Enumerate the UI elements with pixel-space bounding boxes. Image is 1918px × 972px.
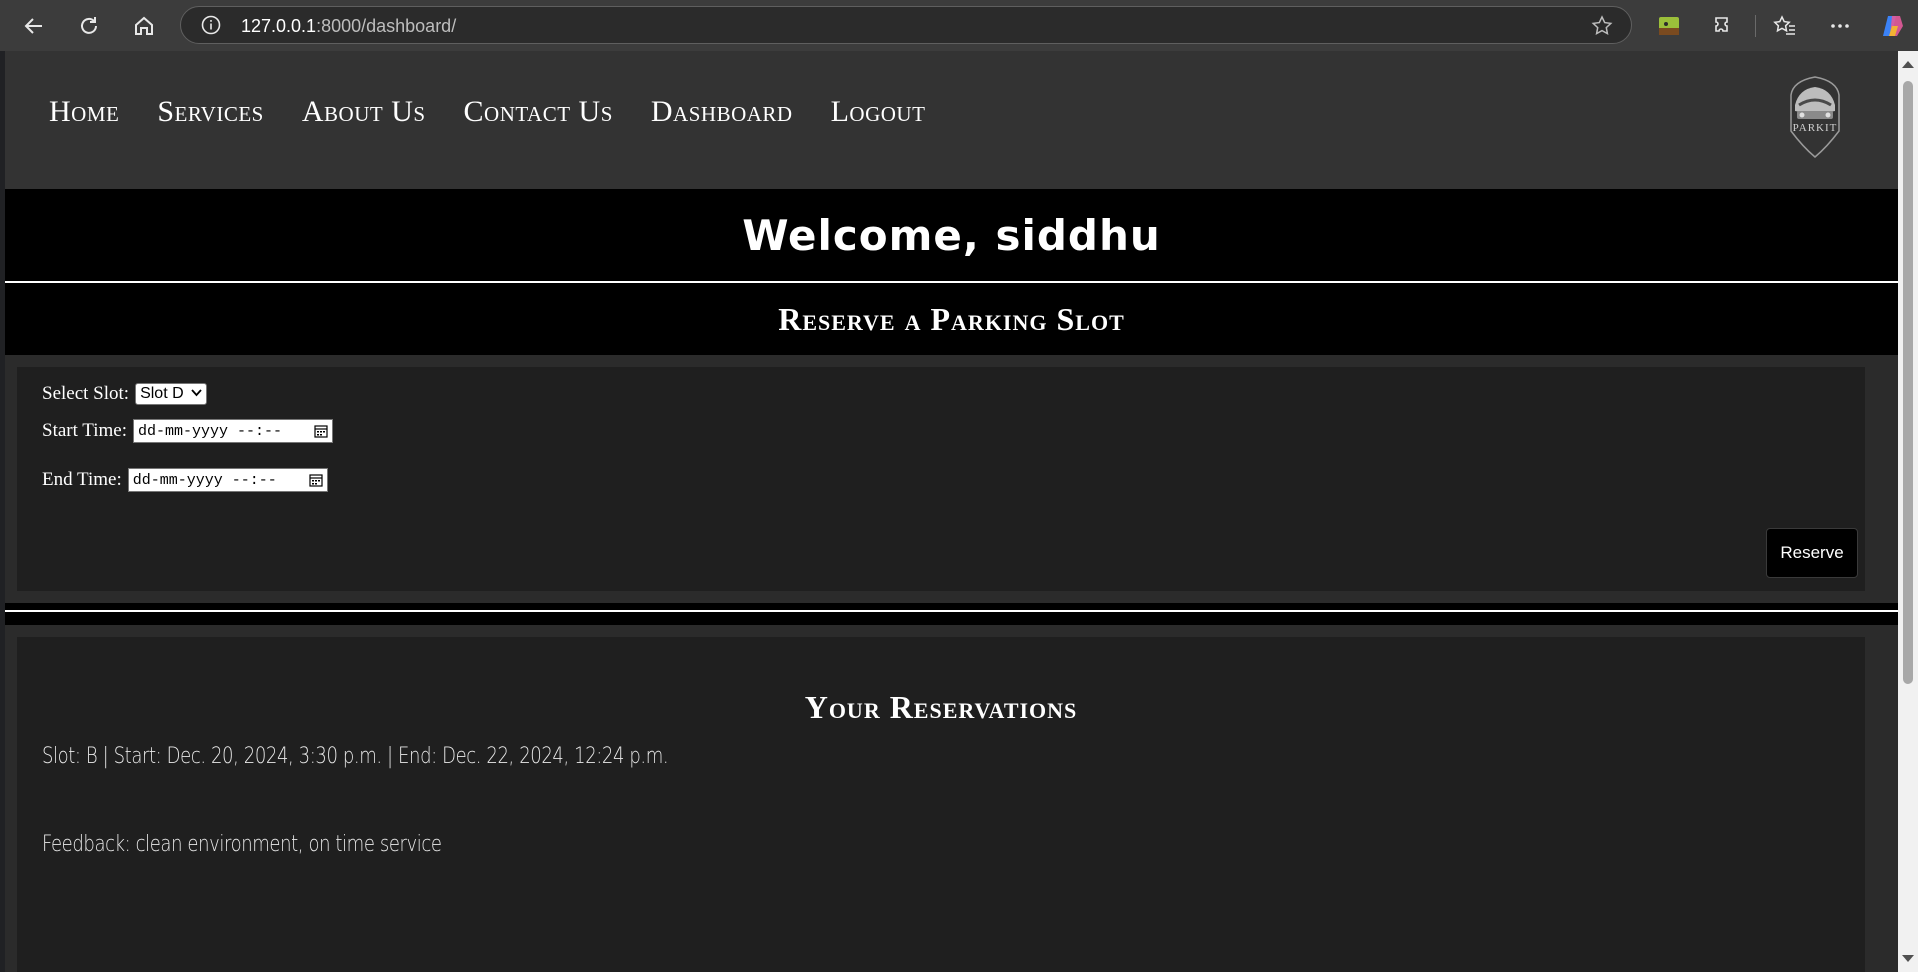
reservation-feedback: Feedback: clean environment, on time ser…: [42, 832, 442, 857]
slot-select[interactable]: Slot D: [135, 383, 208, 405]
slot-select-value: Slot D: [140, 385, 184, 402]
start-time-input[interactable]: dd-mm-yyyy --:--: [133, 419, 333, 443]
welcome-title: Welcome, siddhu: [742, 210, 1161, 260]
end-time-placeholder: dd-mm-yyyy --:--: [132, 471, 277, 489]
main-nav: Home Services About Us Contact Us Dashbo…: [49, 95, 925, 129]
browser-toolbar: 127.0.0.1:8000/dashboard/: [0, 0, 1918, 51]
address-bar[interactable]: 127.0.0.1:8000/dashboard/: [180, 6, 1632, 44]
calendar-icon[interactable]: [309, 473, 323, 487]
nav-home[interactable]: Home: [49, 95, 119, 129]
nav-dashboard[interactable]: Dashboard: [651, 95, 793, 129]
url-path: :8000/dashboard/: [316, 16, 457, 36]
slot-label: Select Slot:: [42, 383, 130, 404]
back-arrow-icon[interactable]: [17, 9, 51, 43]
scroll-up-arrow-icon[interactable]: [1902, 61, 1914, 68]
start-time-row: Start Time: dd-mm-yyyy --:--: [42, 419, 333, 443]
page-scrollbar[interactable]: [1898, 51, 1918, 972]
url-text: 127.0.0.1:8000/dashboard/: [241, 16, 456, 37]
calendar-icon[interactable]: [314, 424, 328, 438]
end-time-row: End Time: dd-mm-yyyy --:--: [42, 468, 328, 492]
parkit-logo[interactable]: PARKIT: [1783, 65, 1847, 161]
scrollbar-thumb[interactable]: [1903, 81, 1913, 684]
start-time-label: Start Time:: [42, 420, 127, 441]
url-host: 127.0.0.1: [241, 16, 317, 36]
reservations-card: Your Reservations Slot: B | Start: Dec. …: [17, 637, 1865, 972]
scroll-down-arrow-icon[interactable]: [1902, 955, 1914, 962]
section-separator: [5, 603, 1898, 625]
nav-logout[interactable]: Logout: [831, 95, 926, 129]
reserve-heading: Reserve a Parking Slot: [778, 300, 1125, 337]
extensions-puzzle-icon[interactable]: [1707, 9, 1741, 43]
favorite-star-icon[interactable]: [1591, 15, 1613, 42]
reserve-button[interactable]: Reserve: [1766, 528, 1858, 578]
chevron-down-icon: [191, 388, 202, 400]
page-viewport: Home Services About Us Contact Us Dashbo…: [5, 51, 1898, 972]
copilot-icon[interactable]: [1876, 9, 1910, 43]
reservation-entry: Slot: B | Start: Dec. 20, 2024, 3:30 p.m…: [42, 744, 669, 769]
favorites-icon[interactable]: [1768, 9, 1802, 43]
reload-icon[interactable]: [72, 9, 106, 43]
divider: [5, 610, 1898, 612]
home-icon[interactable]: [127, 9, 161, 43]
more-options-icon[interactable]: [1823, 9, 1857, 43]
nav-about-us[interactable]: About Us: [302, 95, 426, 129]
end-time-label: End Time:: [42, 469, 122, 490]
start-time-placeholder: dd-mm-yyyy --:--: [138, 422, 283, 440]
reserve-form: Select Slot: Slot D Start Time: dd-mm-yy…: [17, 367, 1865, 591]
extension-app-icon[interactable]: [1652, 9, 1686, 43]
site-header: Home Services About Us Contact Us Dashbo…: [5, 51, 1898, 189]
welcome-banner: Welcome, siddhu: [5, 189, 1898, 281]
reserve-heading-band: Reserve a Parking Slot: [5, 283, 1898, 355]
nav-services[interactable]: Services: [157, 95, 264, 129]
nav-contact-us[interactable]: Contact Us: [464, 95, 613, 129]
end-time-input[interactable]: dd-mm-yyyy --:--: [127, 468, 328, 492]
logo-text: PARKIT: [1793, 122, 1838, 134]
toolbar-separator: [1755, 15, 1756, 37]
reserve-form-section: Select Slot: Slot D Start Time: dd-mm-yy…: [5, 355, 1898, 603]
slot-row: Select Slot: Slot D: [42, 383, 208, 405]
site-info-icon[interactable]: [201, 15, 221, 40]
reservations-section: Your Reservations Slot: B | Start: Dec. …: [5, 625, 1898, 972]
reservations-heading: Your Reservations: [804, 689, 1078, 725]
